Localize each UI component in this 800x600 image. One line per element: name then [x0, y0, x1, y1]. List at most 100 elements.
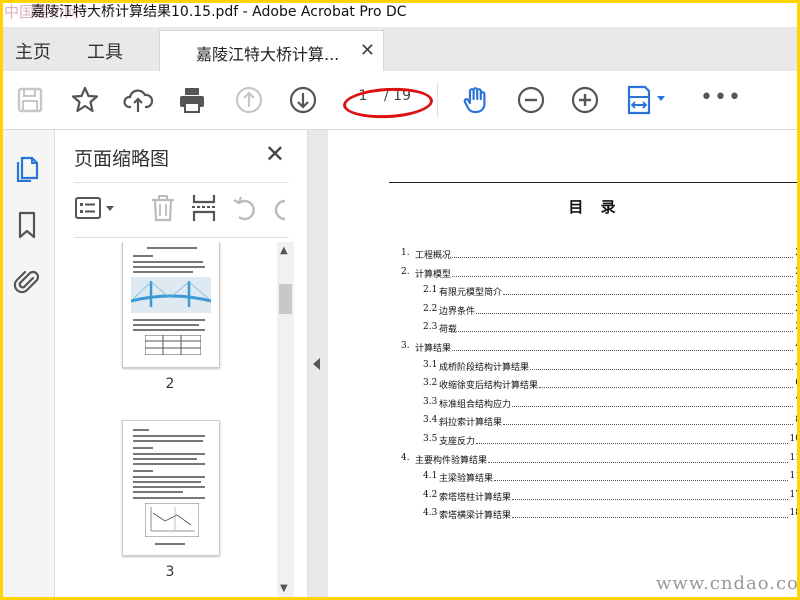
- acrobat-window: 中国建桥网 嘉陵江特大桥计算结果10.15.pdf - Adobe Acroba…: [3, 3, 797, 597]
- page-up-icon[interactable]: [234, 85, 264, 115]
- title-bar: 中国建桥网 嘉陵江特大桥计算结果10.15.pdf - Adobe Acroba…: [3, 3, 797, 27]
- toc-entry-number: 3.: [401, 341, 410, 351]
- panel-divider-2: [74, 237, 289, 238]
- tab-document[interactable]: 嘉陵江特大桥计算... ✕: [159, 30, 384, 71]
- scrollbar-thumb[interactable]: [279, 284, 292, 314]
- zoom-in-icon[interactable]: [570, 85, 600, 115]
- toc-leader-dots: [503, 294, 794, 296]
- toc-entry-text: 荷载: [439, 325, 458, 336]
- bookmark-icon[interactable]: [13, 210, 41, 240]
- toolbar: 1 / 19 •••: [3, 71, 797, 130]
- toc-entry-text: 标准组合结构应力: [439, 399, 512, 410]
- panel-title: 页面缩略图: [74, 148, 170, 170]
- close-tab-icon[interactable]: ✕: [360, 40, 375, 61]
- document-view[interactable]: 目 录 1. 工程概况 2 2. 计算模型 2 2.1有限元模型简介 2 2.2边界条件 2 2.3…: [329, 130, 797, 597]
- toc-entry-page: 2: [795, 304, 797, 314]
- tab-home[interactable]: 主页: [15, 38, 51, 64]
- extract-pages-icon[interactable]: [189, 190, 219, 226]
- toc-entry[interactable]: 3.4斜拉索计算结果 8: [401, 415, 797, 429]
- toc-leader-dots: [512, 405, 794, 407]
- toc-entry-number: 2.2: [423, 303, 438, 314]
- thumbnail-page-number: 3: [165, 564, 175, 580]
- save-icon[interactable]: [15, 85, 45, 115]
- print-icon[interactable]: [177, 85, 207, 115]
- toc-entry-number: 4.2: [423, 489, 438, 500]
- thumbnail-list: 2 3: [74, 242, 274, 597]
- navigation-rail: [3, 130, 55, 597]
- page-thumbnails-icon[interactable]: [13, 152, 41, 182]
- toc-entry-number: 4.1: [423, 471, 438, 482]
- thumbnail-options-icon[interactable]: [74, 190, 118, 226]
- star-icon[interactable]: [70, 85, 100, 115]
- toc-entry-number: 3.2: [423, 378, 438, 389]
- page-thumbnail[interactable]: [122, 242, 220, 368]
- rotate-left-icon[interactable]: [230, 190, 260, 226]
- toolbar-divider: [437, 83, 438, 117]
- toc-leader-dots: [452, 257, 794, 258]
- toc-leader-dots: [458, 331, 794, 333]
- toc-entry[interactable]: 2.1有限元模型简介 2: [401, 285, 797, 299]
- toc-entry-text: 计算结果: [415, 344, 452, 354]
- toc-leader-dots: [503, 424, 794, 426]
- toc-entry-page: 11: [789, 471, 797, 482]
- toc-entry[interactable]: 3. 计算结果 4: [401, 341, 797, 355]
- toc-entry[interactable]: 4.1主梁验算结果 11: [401, 471, 797, 485]
- toc-leader-dots: [512, 517, 788, 519]
- more-icon[interactable]: •••: [700, 85, 742, 110]
- close-panel-icon[interactable]: ✕: [265, 140, 285, 168]
- toc-entry[interactable]: 4. 主要构件验算结果 11: [401, 453, 797, 467]
- header-rule: [389, 182, 797, 183]
- toc-entry-text: 索塔塔柱计算结果: [439, 492, 512, 503]
- tab-tools[interactable]: 工具: [87, 38, 123, 64]
- toc-leader-dots: [512, 498, 788, 500]
- hand-icon[interactable]: [461, 85, 491, 115]
- toc-entry[interactable]: 2. 计算模型 2: [401, 267, 797, 281]
- fit-page-icon[interactable]: [625, 85, 671, 115]
- toc-entry-number: 3.5: [423, 434, 438, 444]
- toc-entry-page: 8: [795, 415, 797, 425]
- trash-icon[interactable]: [148, 190, 178, 226]
- collapse-arrow-icon: [313, 358, 320, 370]
- toc-entry[interactable]: 2.2边界条件 2: [401, 304, 797, 318]
- toc-entry[interactable]: 3.5支座反力 10: [401, 434, 797, 448]
- toc-leader-dots: [452, 275, 794, 277]
- thumbnails-panel: 页面缩略图 ✕ 2 3 ▲ ▼: [55, 130, 308, 597]
- toc-leader-dots: [494, 480, 788, 482]
- toc-entry-text: 有限元模型简介: [439, 288, 503, 299]
- toc-entry[interactable]: 3.3标准组合结构应力 7: [401, 397, 797, 411]
- scroll-up-icon[interactable]: ▲: [280, 245, 288, 256]
- toc-entry-text: 斜拉索计算结果: [439, 418, 503, 429]
- thumbnail-scrollbar[interactable]: ▲ ▼: [277, 242, 294, 597]
- toc-leader-dots: [476, 443, 788, 444]
- zoom-out-icon[interactable]: [516, 85, 546, 115]
- toc-entry-number: 2.: [401, 266, 410, 277]
- toc-entry-text: 主要构件验算结果: [415, 455, 488, 466]
- toc-entry[interactable]: 2.3荷载 3: [401, 322, 797, 336]
- toc-entry-number: 3.4: [423, 415, 438, 426]
- toc-entry[interactable]: 3.2收缩徐变后结构计算结果 6: [401, 378, 797, 392]
- toc-entry-page: 2: [795, 285, 797, 295]
- page-thumbnail[interactable]: [122, 420, 220, 556]
- scroll-down-icon[interactable]: ▼: [280, 583, 288, 594]
- toc-entry-text: 收缩徐变后结构计算结果: [439, 381, 539, 392]
- toc-entry-page: 3: [795, 322, 797, 332]
- toc-entry-number: 2.3: [423, 322, 438, 333]
- toc-entry-text: 索塔横梁计算结果: [439, 511, 512, 522]
- panel-divider: [74, 182, 289, 183]
- site-watermark: www.cndao.com: [656, 573, 797, 594]
- window-title: 嘉陵江特大桥计算结果10.15.pdf - Adobe Acrobat Pro …: [31, 4, 407, 20]
- cloud-upload-icon[interactable]: [123, 85, 153, 115]
- toc-entry[interactable]: 3.1成桥阶段结构计算结果 4: [401, 360, 797, 374]
- toc-title: 目 录: [568, 198, 622, 216]
- toc-entry[interactable]: 4.2索塔塔柱计算结果 17: [401, 490, 797, 504]
- toc-leader-dots: [488, 461, 788, 463]
- attachment-icon[interactable]: [13, 266, 41, 296]
- toc-entry[interactable]: 1. 工程概况 2: [401, 248, 797, 262]
- toc-entry-page: 11: [789, 452, 797, 463]
- toc-entry-page: 2: [795, 267, 797, 277]
- toc-entry-number: 4.3: [423, 508, 438, 519]
- rotate-right-icon[interactable]: [269, 190, 289, 226]
- page-down-icon[interactable]: [288, 85, 318, 115]
- toc-entry[interactable]: 4.3索塔横梁计算结果 18: [401, 508, 797, 522]
- panel-collapse-handle[interactable]: [308, 130, 328, 597]
